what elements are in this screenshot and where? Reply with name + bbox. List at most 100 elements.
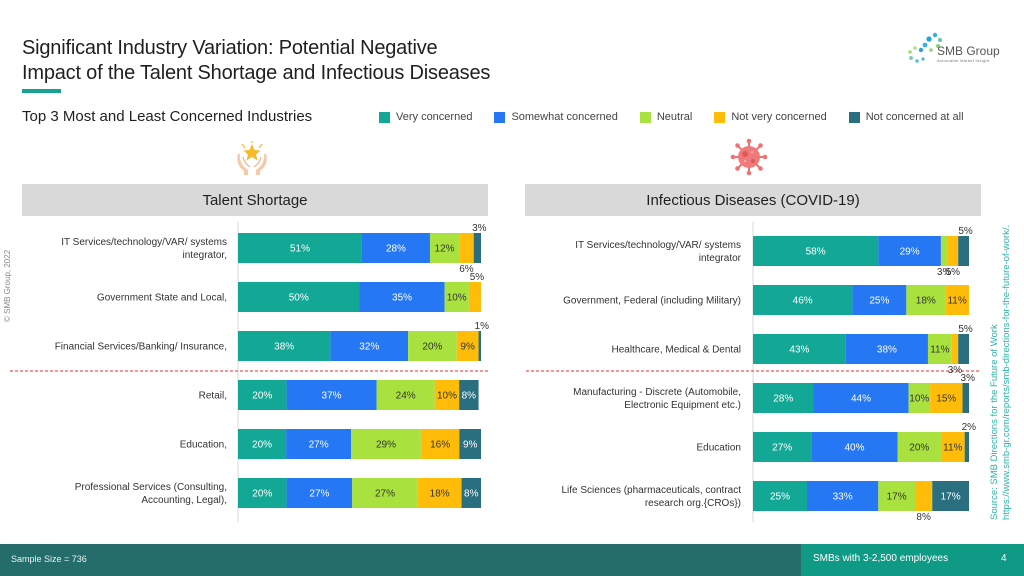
bar-row: Healthcare, Medical & Dental 43% 38% 11%3%5… [611, 324, 972, 376]
data-label: 17% [941, 492, 961, 503]
footer-segment: SMBs with 3-2,500 employees 4 [801, 544, 1024, 576]
talent-shortage-chart: IT Services/technology/VAR/ systems integ… [10, 222, 489, 522]
data-label: 28% [386, 244, 406, 255]
category-label: IT Services/technology/VAR/ systems integ… [575, 240, 741, 264]
data-label: 40% [845, 443, 865, 454]
data-label: 11% [930, 345, 949, 356]
data-label: 43% [789, 345, 809, 356]
data-label: 29% [376, 440, 396, 451]
category-label: Education [697, 443, 741, 454]
data-label: 20% [909, 443, 929, 454]
bar-segment-not-very-concerned [459, 233, 474, 263]
data-label: 11% [943, 443, 962, 454]
category-label: Education, [180, 440, 227, 451]
data-label: 32% [359, 342, 379, 353]
data-label: 38% [274, 342, 294, 353]
data-label: 25% [869, 296, 889, 307]
category-label: Retail, [199, 391, 227, 402]
category-label-line: Government State and Local, [97, 293, 227, 304]
category-label-line: Government, Federal (including Military) [563, 296, 741, 307]
infectious-diseases-chart: IT Services/technology/VAR/ systems integ… [526, 222, 981, 523]
bar-row: Financial Services/Banking/ Insurance, 38… [55, 321, 489, 361]
bar-row: Retail, 20% 37% 24% 10% 8% [199, 380, 479, 410]
category-label-line: Electronic Equipment etc.) [624, 400, 741, 411]
bar-row: Manufacturing - Discrete (Automobile, Ele… [573, 373, 975, 413]
category-label-line: Healthcare, Medical & Dental [611, 345, 741, 356]
category-label: Professional Services (Consulting, Accoun… [75, 482, 227, 506]
category-label-line: integrator, [183, 250, 227, 261]
category-label: Government State and Local, [97, 293, 227, 304]
footer-bar: Sample Size = 736 SMBs with 3-2,500 empl… [0, 544, 1024, 576]
data-label: 20% [252, 391, 272, 402]
data-label: 8% [462, 391, 477, 402]
data-label: 27% [309, 489, 329, 500]
bar-segment-not-very-concerned [468, 282, 481, 312]
data-label: 29% [900, 247, 920, 258]
data-label: 16% [430, 440, 450, 451]
data-label: 15% [936, 394, 956, 405]
bar-row: Government State and Local, 50% 35% 10%5% [97, 272, 484, 312]
bar-row: Professional Services (Consulting, Accoun… [75, 478, 481, 508]
data-label: 20% [422, 342, 442, 353]
bar-row: Education 27% 40% 20% 11%2% [697, 422, 977, 462]
bar-segment-not-concerned-at-all [964, 432, 969, 462]
bar-row: Education, 20% 27% 29% 16% 9% [180, 429, 481, 459]
data-label: 5% [958, 324, 973, 335]
data-label: 5% [946, 267, 961, 278]
data-label: 27% [772, 443, 792, 454]
category-label-line: Education [697, 443, 741, 454]
category-label-line: Financial Services/Banking/ Insurance, [55, 342, 227, 353]
data-label: 10% [437, 391, 457, 402]
category-label-line: integrator [699, 253, 742, 264]
category-label: IT Services/technology/VAR/ systems integ… [61, 237, 227, 261]
data-label: 18% [916, 296, 936, 307]
page-number: 4 [1001, 553, 1007, 564]
data-label: 10% [447, 293, 467, 304]
category-label: Manufacturing - Discrete (Automobile, Ele… [573, 387, 741, 411]
data-label: 20% [252, 489, 272, 500]
data-label: 3% [961, 373, 976, 384]
data-label: 9% [463, 440, 478, 451]
data-label: 35% [392, 293, 412, 304]
category-label-line: Manufacturing - Discrete (Automobile, [573, 387, 741, 398]
data-label: 8% [916, 512, 931, 523]
source-citation: Source: SMB Directions for the Future of… [989, 225, 1013, 520]
source-url[interactable]: https://www.smb-gr.com/reports/smb-direc… [1001, 225, 1013, 520]
bar-segment-neutral [940, 236, 948, 266]
data-label: 51% [290, 244, 310, 255]
data-label: 58% [806, 247, 826, 258]
data-label: 27% [309, 440, 329, 451]
bar-segment-not-very-concerned [951, 334, 959, 364]
data-label: 3% [472, 223, 487, 234]
data-label: 20% [252, 440, 272, 451]
bar-segment-not-concerned-at-all [478, 331, 481, 361]
data-label: 37% [322, 391, 342, 402]
category-label-line: IT Services/technology/VAR/ systems [61, 237, 227, 248]
data-label: 5% [958, 226, 973, 237]
category-label: Healthcare, Medical & Dental [611, 345, 741, 356]
bar-row: IT Services/technology/VAR/ systems integ… [61, 223, 487, 275]
category-label-line: Accounting, Legal), [141, 495, 227, 506]
category-label-line: Retail, [199, 391, 227, 402]
stacked-bar-charts: IT Services/technology/VAR/ systems integ… [10, 222, 981, 523]
data-label: 28% [773, 394, 793, 405]
data-label: 11% [947, 296, 966, 307]
category-label-line: Education, [180, 440, 227, 451]
bar-segment-not-concerned-at-all [958, 334, 969, 364]
category-label: Government, Federal (including Military) [563, 296, 741, 307]
bar-segment-not-concerned-at-all [473, 233, 481, 263]
data-label: 2% [962, 422, 977, 433]
data-label: 17% [887, 492, 907, 503]
bar-segment-not-very-concerned [947, 236, 959, 266]
bar-segment-not-concerned-at-all [962, 383, 969, 413]
bar-segment-not-very-concerned [915, 481, 933, 511]
data-label: 8% [464, 489, 479, 500]
category-label-line: IT Services/technology/VAR/ systems [575, 240, 741, 251]
category-label: Life Sciences (pharmaceuticals, contract… [561, 485, 741, 509]
data-label: 33% [833, 492, 853, 503]
category-label-line: Life Sciences (pharmaceuticals, contract [561, 485, 741, 496]
sample-size: Sample Size = 736 [11, 554, 87, 564]
data-label: 10% [909, 394, 929, 405]
data-label: 18% [430, 489, 450, 500]
data-label: 50% [289, 293, 309, 304]
